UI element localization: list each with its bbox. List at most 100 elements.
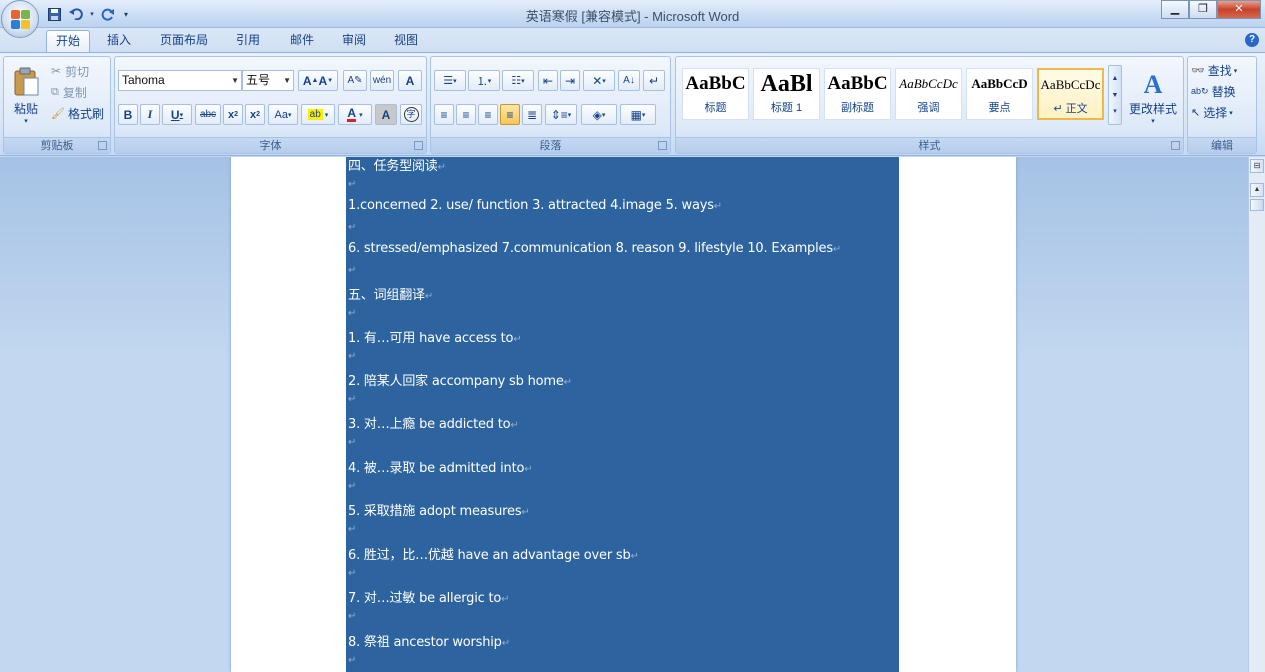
style-card-strong[interactable]: AaBbCcD 要点 <box>966 68 1033 120</box>
tab-references[interactable]: 引用 <box>228 30 268 52</box>
replace-icon: ab↻ <box>1191 86 1209 96</box>
increase-indent-icon[interactable]: ⇥ <box>560 70 580 91</box>
paragraph-launcher-icon[interactable] <box>658 141 667 150</box>
style-card-subtitle[interactable]: AaBbC 副标题 <box>824 68 891 120</box>
bold-button[interactable]: B <box>118 104 138 125</box>
binoculars-icon: 👓 <box>1191 65 1205 77</box>
scroll-thumb[interactable] <box>1250 199 1264 211</box>
cut-label: 剪切 <box>65 64 90 79</box>
styles-scroll[interactable]: ▲ ▼ ▾ <box>1108 65 1122 125</box>
paragraph-mark-icon: ↵ <box>348 481 357 492</box>
font-size-combo[interactable]: 五号 ▼ <box>242 70 294 91</box>
format-painter-button[interactable]: 🖌 格式刷 <box>50 104 108 122</box>
doc-line[interactable]: 四、任务型阅读↵ <box>348 157 446 174</box>
doc-line[interactable]: 7. 对…过敏 be allergic to↵ <box>348 587 510 606</box>
style-card-title[interactable]: AaBbC 标题 <box>682 68 749 120</box>
font-color-button[interactable]: A ▾ <box>338 104 372 125</box>
styles-group-label: 样式 <box>676 137 1183 153</box>
style-name: ↵ 正文 <box>1053 103 1088 115</box>
tab-mailings[interactable]: 邮件 <box>282 30 322 52</box>
ruler-toggle-icon[interactable]: ⊟ <box>1250 159 1264 173</box>
strikethrough-button[interactable]: abc <box>195 104 221 125</box>
italic-button[interactable]: I <box>140 104 160 125</box>
sort-icon[interactable]: A↓ <box>618 70 640 91</box>
doc-line[interactable]: 五、词组翻译↵ <box>348 284 433 303</box>
copy-button[interactable]: ⧉ 复制 <box>50 83 106 101</box>
doc-line[interactable]: 1. 有…可用 have access to↵ <box>348 327 522 346</box>
select-button[interactable]: ↖ 选择 ▾ <box>1190 103 1254 122</box>
grow-shrink-font-button[interactable]: A ▲ A ▼ <box>298 70 338 91</box>
multilevel-list-icon[interactable]: ☷ ▾ <box>502 70 534 91</box>
highlight-button[interactable]: ab ▾ <box>301 104 335 125</box>
align-center-icon[interactable]: ≡ <box>456 104 476 125</box>
tab-view[interactable]: 视图 <box>386 30 426 52</box>
style-card-normal[interactable]: AaBbCcDc ↵ 正文 <box>1037 68 1104 120</box>
enclose-characters-icon[interactable]: 字 <box>400 104 422 125</box>
font-color-icon: A <box>347 106 357 122</box>
restore-button[interactable]: ❐ <box>1189 0 1217 19</box>
help-icon[interactable]: ? <box>1245 33 1259 47</box>
superscript-button[interactable]: x2 <box>245 104 265 125</box>
tab-insert[interactable]: 插入 <box>100 30 138 52</box>
doc-line[interactable]: 6. stressed/emphasized 7.communication 8… <box>348 241 841 256</box>
clear-formatting-icon[interactable]: A✎ <box>343 70 367 91</box>
justify-icon[interactable]: ≡ <box>500 104 520 125</box>
font-name-combo[interactable]: Tahoma ▼ <box>118 70 242 91</box>
highlighter-icon: ab <box>307 109 323 120</box>
scroll-up-icon[interactable]: ▲ <box>1250 183 1264 197</box>
show-marks-icon[interactable]: ↵ <box>643 70 665 91</box>
ribbon: 粘贴 ▾ ✂ 剪切 ⧉ 复制 🖌 格式刷 剪贴板 Tahoma ▼ 五号 ▼ A… <box>0 52 1265 156</box>
paragraph-mark-icon: ↵ <box>348 394 357 405</box>
underline-button[interactable]: U ▾ <box>162 104 192 125</box>
subscript-button[interactable]: x2 <box>223 104 243 125</box>
style-name: 强调 <box>917 102 940 114</box>
doc-line[interactable]: 2. 陪某人回家 accompany sb home↵ <box>348 370 572 389</box>
scroll-up-icon: ▲ <box>1111 75 1119 82</box>
doc-line[interactable]: 6. 胜过，比…优越 have an advantage over sb↵ <box>348 544 639 563</box>
tab-page-layout[interactable]: 页面布局 <box>152 30 216 52</box>
line-spacing-icon[interactable]: ⇕≡ ▾ <box>545 104 577 125</box>
align-left-icon[interactable]: ≡ <box>434 104 454 125</box>
font-size-value: 五号 <box>246 73 271 87</box>
chinese-layout-icon[interactable]: ✕ ▾ <box>583 70 615 91</box>
clipboard-launcher-icon[interactable] <box>98 141 107 150</box>
shading-icon[interactable]: ◈ ▾ <box>581 104 617 125</box>
align-right-icon[interactable]: ≡ <box>478 104 498 125</box>
paste-button[interactable]: 粘贴 ▾ <box>7 60 45 132</box>
paragraph-mark-icon: ↵ <box>348 179 357 190</box>
change-styles-button[interactable]: A 更改样式 ▾ <box>1126 61 1180 133</box>
bullets-icon[interactable]: ☰ ▾ <box>434 70 466 91</box>
minimize-button[interactable]: ▁ <box>1161 0 1189 19</box>
borders-icon[interactable]: ▦ ▾ <box>620 104 656 125</box>
doc-line[interactable]: 3. 对…上瘾 be addicted to↵ <box>348 413 519 432</box>
numbering-icon[interactable]: ⒈ ▾ <box>468 70 500 91</box>
replace-button[interactable]: ab↻ 替换 <box>1190 82 1254 101</box>
tab-review[interactable]: 审阅 <box>334 30 374 52</box>
doc-line[interactable]: 5. 采取措施 adopt measures↵ <box>348 500 530 519</box>
doc-line[interactable]: 1.concerned 2. use/ function 3. attracte… <box>348 198 722 213</box>
office-button[interactable] <box>1 0 39 38</box>
character-border-icon[interactable]: A <box>398 70 422 91</box>
copy-icon: ⧉ <box>51 85 59 98</box>
doc-line[interactable]: 8. 祭祖 ancestor worship↵ <box>348 631 510 650</box>
style-name: 要点 <box>988 102 1011 114</box>
phonetic-guide-icon[interactable]: wén <box>370 70 394 91</box>
change-styles-icon: A <box>1143 69 1163 99</box>
distributed-icon[interactable]: ≣ <box>522 104 542 125</box>
styles-launcher-icon[interactable] <box>1171 141 1180 150</box>
character-shading-icon[interactable]: A <box>375 104 397 125</box>
font-launcher-icon[interactable] <box>414 141 423 150</box>
window-title: 英语寒假 [兼容模式] - Microsoft Word <box>525 9 740 24</box>
style-sample: AaBbC <box>827 73 888 94</box>
find-button[interactable]: 👓 查找 ▾ <box>1190 61 1254 80</box>
cut-button[interactable]: ✂ 剪切 <box>50 62 106 80</box>
change-case-button[interactable]: Aa ▾ <box>268 104 298 125</box>
close-button[interactable]: ✕ <box>1217 0 1261 19</box>
vertical-scrollbar[interactable]: ⊟ ▲ <box>1248 157 1265 672</box>
style-card-emphasis[interactable]: AaBbCcDc 强调 <box>895 68 962 120</box>
decrease-indent-icon[interactable]: ⇤ <box>538 70 558 91</box>
style-card-heading1[interactable]: AaBl 标题 1 <box>753 68 820 120</box>
doc-line[interactable]: 4. 被…录取 be admitted into↵ <box>348 457 533 476</box>
window-controls: ▁ ❐ ✕ <box>1161 0 1261 19</box>
tab-home[interactable]: 开始 <box>46 30 90 52</box>
